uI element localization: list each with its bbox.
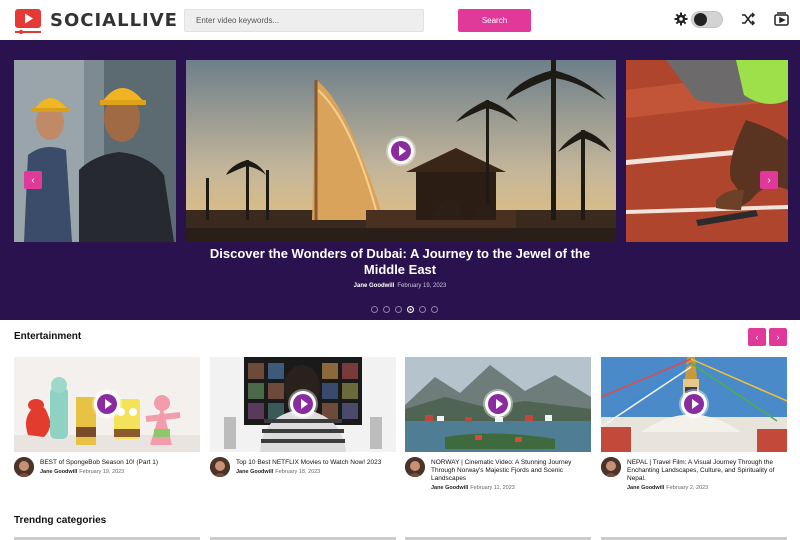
section-next-button[interactable]: › bbox=[769, 328, 787, 346]
video-author[interactable]: Jane Goodwill bbox=[236, 469, 273, 475]
video-meta: Jane Goodwill February 11, 2023 bbox=[431, 485, 515, 491]
carousel-slide-next[interactable]: › bbox=[626, 60, 788, 242]
author-avatar[interactable] bbox=[210, 457, 230, 477]
hero-title[interactable]: Discover the Wonders of Dubai: A Journey… bbox=[200, 246, 600, 278]
video-thumbnail[interactable] bbox=[601, 357, 787, 452]
video-author[interactable]: Jane Goodwill bbox=[627, 485, 664, 491]
video-author[interactable]: Jane Goodwill bbox=[40, 469, 77, 475]
carousel-prev-button[interactable]: ‹ bbox=[24, 171, 42, 189]
carousel-dot[interactable] bbox=[395, 306, 402, 313]
carousel-dot[interactable] bbox=[419, 306, 426, 313]
video-thumbnail[interactable] bbox=[405, 357, 591, 452]
video-thumbnail[interactable] bbox=[210, 357, 396, 452]
video-title[interactable]: BEST of SpongeBob Season 10! (Part 1) bbox=[40, 459, 200, 467]
shuffle-icon[interactable] bbox=[740, 11, 758, 29]
carousel-slide-active[interactable] bbox=[186, 60, 616, 242]
video-date: February 19, 2023 bbox=[79, 469, 125, 475]
hero-play-icon[interactable] bbox=[388, 138, 414, 164]
search-button[interactable]: Search bbox=[458, 9, 531, 32]
play-icon-inner bbox=[293, 394, 313, 414]
video-card[interactable]: NORWAY | Cinematic Video: A Stunning Jou… bbox=[405, 357, 591, 492]
video-date: February 11, 2023 bbox=[470, 485, 515, 491]
carousel-slide-prev[interactable]: ‹ bbox=[14, 60, 176, 242]
hero-carousel: ‹ › Discover the Wonders of Dubai: A Jou… bbox=[0, 40, 800, 320]
hero-meta: Jane Goodwill February 19, 2023 bbox=[0, 283, 800, 289]
section-prev-button[interactable]: ‹ bbox=[748, 328, 766, 346]
theme-toggle[interactable] bbox=[691, 11, 723, 28]
video-thumbnail[interactable] bbox=[14, 357, 200, 452]
app-name: SOCIALLIVE bbox=[50, 9, 178, 31]
author-avatar[interactable] bbox=[14, 457, 34, 477]
logo[interactable]: SOCIALLIVE bbox=[14, 8, 178, 35]
gear-icon[interactable] bbox=[673, 11, 691, 29]
hero-date: February 19, 2023 bbox=[397, 283, 447, 289]
video-playlist-icon[interactable] bbox=[773, 11, 791, 29]
video-author[interactable]: Jane Goodwill bbox=[431, 485, 468, 491]
video-meta: Jane Goodwill February 2, 2023 bbox=[627, 485, 708, 491]
play-icon-inner bbox=[97, 394, 117, 414]
toggle-knob bbox=[694, 13, 707, 26]
video-meta: Jane Goodwill February 19, 2023 bbox=[40, 469, 124, 475]
card-body: BEST of SpongeBob Season 10! (Part 1) Ja… bbox=[14, 452, 200, 492]
video-date: February 18, 2023 bbox=[275, 469, 321, 475]
play-icon[interactable] bbox=[485, 391, 511, 417]
top-header: SOCIALLIVE Search bbox=[0, 0, 800, 40]
video-title[interactable]: NORWAY | Cinematic Video: A Stunning Jou… bbox=[431, 459, 591, 483]
logo-play-icon bbox=[14, 8, 44, 35]
section-title-entertainment: Entertainment bbox=[14, 331, 82, 342]
play-icon[interactable] bbox=[681, 391, 707, 417]
author-avatar[interactable] bbox=[405, 457, 425, 477]
carousel-dot-active[interactable] bbox=[407, 306, 414, 313]
hero-author[interactable]: Jane Goodwill bbox=[354, 283, 395, 289]
carousel-dot[interactable] bbox=[371, 306, 378, 313]
video-title[interactable]: Top 10 Best NETFLIX Movies to Watch Now!… bbox=[236, 459, 396, 467]
section-title-trending: Trendng categories bbox=[14, 515, 107, 526]
video-card[interactable]: NEPAL | Travel Film: A Visual Journey Th… bbox=[601, 357, 787, 492]
video-card[interactable]: Top 10 Best NETFLIX Movies to Watch Now!… bbox=[210, 357, 396, 492]
author-avatar[interactable] bbox=[601, 457, 621, 477]
play-icon-inner bbox=[684, 394, 704, 414]
video-card[interactable]: BEST of SpongeBob Season 10! (Part 1) Ja… bbox=[14, 357, 200, 492]
carousel-next-button[interactable]: › bbox=[760, 171, 778, 189]
play-icon-inner bbox=[488, 394, 508, 414]
video-meta: Jane Goodwill February 18, 2023 bbox=[236, 469, 320, 475]
card-body: NORWAY | Cinematic Video: A Stunning Jou… bbox=[405, 452, 591, 492]
search-input[interactable] bbox=[184, 9, 424, 32]
play-icon[interactable] bbox=[94, 391, 120, 417]
card-body: NEPAL | Travel Film: A Visual Journey Th… bbox=[601, 452, 787, 492]
card-body: Top 10 Best NETFLIX Movies to Watch Now!… bbox=[210, 452, 396, 492]
carousel-dot[interactable] bbox=[383, 306, 390, 313]
carousel-pagination bbox=[371, 306, 438, 313]
play-icon-inner bbox=[391, 141, 411, 161]
carousel-dot[interactable] bbox=[431, 306, 438, 313]
video-title[interactable]: NEPAL | Travel Film: A Visual Journey Th… bbox=[627, 459, 787, 483]
play-icon[interactable] bbox=[290, 391, 316, 417]
video-date: February 2, 2023 bbox=[666, 485, 709, 491]
